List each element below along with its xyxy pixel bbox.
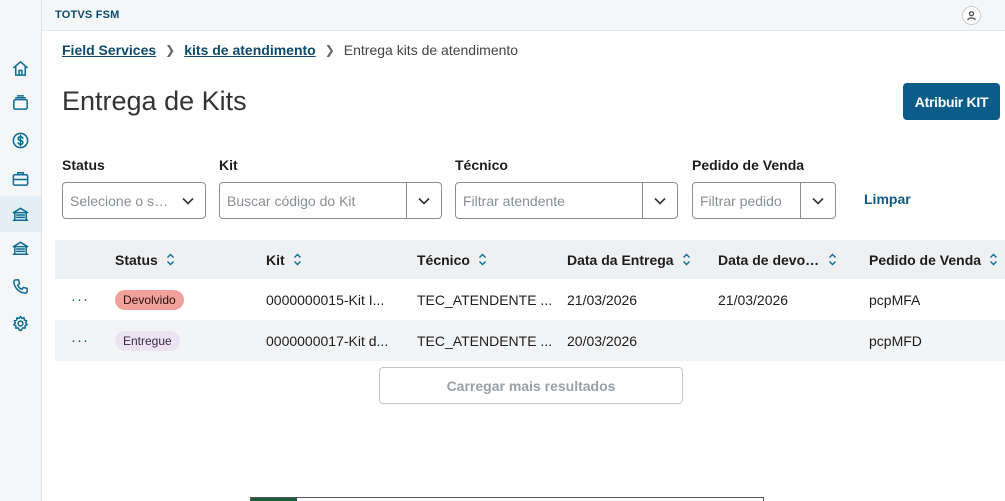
kits-table: Status Kit Técnico Data da Entrega Data … xyxy=(55,240,1005,361)
chevron-down-icon xyxy=(418,197,430,205)
status-filter-placeholder: Selecione o status xyxy=(70,192,170,209)
dollar-icon xyxy=(12,132,29,148)
status-filter-select[interactable]: Selecione o status xyxy=(62,182,206,219)
technician-filter-label: Técnico xyxy=(455,157,508,173)
sort-icon xyxy=(828,253,837,266)
column-header-label: Data de devolução xyxy=(718,251,820,268)
column-header-label: Técnico xyxy=(417,251,470,268)
breadcrumb-current: Entrega kits de atendimento xyxy=(343,42,519,58)
order-filter-combobox[interactable]: Filtrar pedido xyxy=(692,182,836,219)
sort-icon xyxy=(293,253,302,266)
phone-icon xyxy=(13,278,28,294)
row-actions-menu-icon[interactable]: ··· xyxy=(71,279,89,320)
sidebar-item-contact[interactable] xyxy=(0,268,41,304)
row-actions-menu-icon[interactable]: ··· xyxy=(71,320,89,361)
chevron-right-icon: ❯ xyxy=(165,43,176,57)
sidebar-item-kits[interactable] xyxy=(0,196,41,232)
chevron-down-icon xyxy=(654,197,666,205)
chevron-down-icon xyxy=(812,197,824,205)
kit-filter-label: Kit xyxy=(219,157,238,173)
sidebar-item-warehouse[interactable] xyxy=(0,230,41,266)
table-row: ··· Entregue 0000000017-Kit d... TEC_ATE… xyxy=(55,320,1005,361)
bank-icon xyxy=(12,207,29,221)
column-header-order[interactable]: Pedido de Venda xyxy=(869,240,998,279)
status-badge: Devolvido xyxy=(115,289,184,310)
kit-filter-placeholder: Buscar código do Kit xyxy=(227,192,356,209)
delivery-date-cell: 21/03/2026 xyxy=(567,291,638,308)
sidebar-item-services[interactable] xyxy=(0,160,41,196)
app-root: TOTVS FSM Field Services ❯ kits de atend… xyxy=(0,0,1005,501)
column-header-technician[interactable]: Técnico xyxy=(417,240,487,279)
table-header: Status Kit Técnico Data da Entrega Data … xyxy=(55,240,1005,279)
gear-icon xyxy=(13,315,28,331)
page-title: Entrega de Kits xyxy=(62,86,247,116)
technician-filter-placeholder: Filtrar atendente xyxy=(463,192,565,209)
technician-filter-combobox[interactable]: Filtrar atendente xyxy=(455,182,678,219)
column-header-label: Data da Entrega xyxy=(567,251,674,268)
chevron-down-icon xyxy=(181,197,194,205)
cards-icon xyxy=(13,94,28,110)
status-filter-dropdown[interactable] xyxy=(170,183,205,218)
bottom-panel-edge xyxy=(250,497,764,501)
home-icon xyxy=(13,60,28,76)
technician-cell: TEC_ATENDENTE ... xyxy=(417,332,553,349)
column-header-delivery-date[interactable]: Data da Entrega xyxy=(567,240,691,279)
status-cell: Devolvido xyxy=(115,279,184,320)
table-row: ··· Devolvido 0000000015-Kit I... TEC_AT… xyxy=(55,279,1005,320)
order-filter-placeholder: Filtrar pedido xyxy=(700,192,782,209)
technician-filter-dropdown[interactable] xyxy=(642,183,677,218)
user-icon xyxy=(967,10,976,21)
sidebar-item-cards[interactable] xyxy=(0,84,41,120)
column-header-label: Status xyxy=(115,251,158,268)
sidebar-item-settings[interactable] xyxy=(0,305,41,341)
status-cell: Entregue xyxy=(115,320,180,361)
breadcrumb: Field Services ❯ kits de atendimento ❯ E… xyxy=(62,42,518,58)
sidebar-item-home[interactable] xyxy=(0,50,41,86)
order-cell: pcpMFD xyxy=(869,332,922,349)
chevron-right-icon: ❯ xyxy=(324,43,335,57)
briefcase-icon xyxy=(12,171,29,186)
column-header-status[interactable]: Status xyxy=(115,240,175,279)
order-filter-label: Pedido de Venda xyxy=(692,157,805,173)
column-header-return-date[interactable]: Data de devolução xyxy=(718,240,837,279)
sidebar-item-finance[interactable] xyxy=(0,122,41,158)
sort-icon xyxy=(166,253,175,266)
kit-filter-dropdown[interactable] xyxy=(406,183,441,218)
status-filter-label: Status xyxy=(62,157,105,173)
status-badge: Entregue xyxy=(115,330,180,351)
column-header-kit[interactable]: Kit xyxy=(266,240,302,279)
top-bar: TOTVS FSM xyxy=(42,0,1005,31)
bank-icon xyxy=(12,241,29,255)
column-header-label: Kit xyxy=(266,251,285,268)
order-cell: pcpMFA xyxy=(869,291,921,308)
kit-cell: 0000000017-Kit d... xyxy=(266,332,389,349)
assign-kit-button[interactable]: Atribuir KIT xyxy=(903,83,1000,120)
delivery-date-cell: 20/03/2026 xyxy=(567,332,638,349)
technician-cell: TEC_ATENDENTE ... xyxy=(417,291,553,308)
clear-filters-link[interactable]: Limpar xyxy=(864,191,911,207)
return-date-cell: 21/03/2026 xyxy=(718,291,789,308)
column-header-label: Pedido de Venda xyxy=(869,251,982,268)
breadcrumb-link-kits[interactable]: kits de atendimento xyxy=(184,42,315,58)
breadcrumb-link-field-services[interactable]: Field Services xyxy=(62,42,156,58)
brand-name: TOTVS FSM xyxy=(55,9,120,21)
order-filter-dropdown[interactable] xyxy=(800,183,835,218)
sort-icon xyxy=(478,253,487,266)
sidebar xyxy=(0,0,42,501)
kit-cell: 0000000015-Kit I... xyxy=(266,291,385,308)
load-more-button[interactable]: Carregar mais resultados xyxy=(379,367,683,404)
sort-icon xyxy=(989,253,998,266)
sort-icon xyxy=(682,253,691,266)
kit-filter-combobox[interactable]: Buscar código do Kit xyxy=(219,182,442,219)
user-menu-button[interactable] xyxy=(962,6,981,25)
